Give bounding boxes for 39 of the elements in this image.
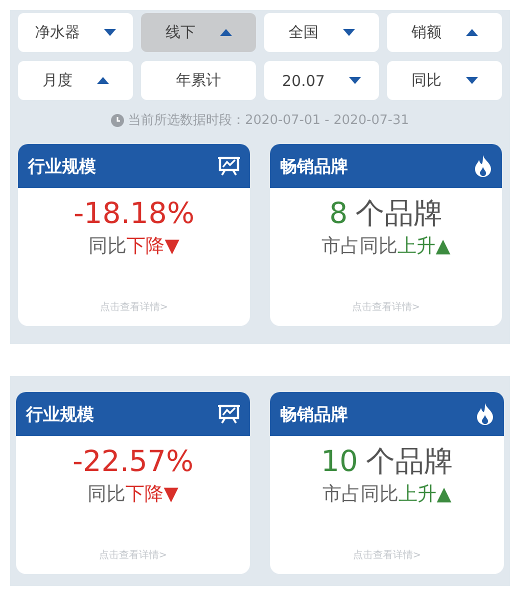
filter-dropdown[interactable]: 净水器 <box>18 13 133 52</box>
card-title: 畅销品牌 <box>280 404 348 426</box>
trend-text: 市占同比上升▲ <box>322 482 452 507</box>
filter-dropdown[interactable]: 线下 <box>141 13 256 52</box>
clock-icon <box>110 114 124 126</box>
filter-dropdown[interactable]: 销额 <box>387 13 502 52</box>
metric-unit: 个品牌 <box>366 444 453 479</box>
flame-icon <box>476 403 494 425</box>
trend-text: 同比下降▼ <box>88 234 180 259</box>
caret-up-icon <box>220 28 232 37</box>
caret-down-icon <box>342 28 354 37</box>
filter-dropdown[interactable]: 月度 <box>18 61 133 100</box>
metric-value: -22.57% <box>72 444 194 479</box>
summary-card[interactable]: 畅销品牌 10 个品牌 市占同比上升▲ 点击查看详情> <box>270 392 504 574</box>
metric-unit: 个品牌 <box>356 196 443 231</box>
caret-down-icon <box>466 76 478 85</box>
summary-card[interactable]: 行业规模 -18.18% 同比下降▼ 点击查看详情> <box>18 144 250 326</box>
caret-up-icon <box>96 76 108 85</box>
card-title: 行业规模 <box>26 404 94 426</box>
metric-value: 10 <box>321 444 358 479</box>
chart-board-icon <box>218 404 240 424</box>
filter-dropdown[interactable]: 年累计 <box>141 61 256 100</box>
metric-value: 8 <box>329 196 348 231</box>
filter-dropdown[interactable]: 全国 <box>264 13 379 52</box>
trend-text: 同比下降▼ <box>88 482 178 507</box>
filter-dropdown[interactable]: 同比 <box>387 61 502 100</box>
card-title: 行业规模 <box>28 156 96 178</box>
flame-icon <box>474 155 492 177</box>
summary-card[interactable]: 畅销品牌 8 个品牌 市占同比上升▲ 点击查看详情> <box>270 144 502 326</box>
caret-up-icon <box>466 28 478 37</box>
caret-down-icon <box>104 28 116 37</box>
summary-card[interactable]: 行业规模 -22.57% 同比下降▼ 点击查看详情> <box>16 392 250 574</box>
card-title: 畅销品牌 <box>280 156 348 178</box>
period-text: 当前所选数据时段：2020-07-01 - 2020-07-31 <box>128 112 410 129</box>
caret-down-icon <box>348 76 361 85</box>
chart-board-icon <box>218 156 240 176</box>
trend-text: 市占同比上升▲ <box>322 234 450 259</box>
metric-value: -18.18% <box>73 196 195 231</box>
filter-dropdown[interactable]: 20.07 <box>264 61 379 100</box>
